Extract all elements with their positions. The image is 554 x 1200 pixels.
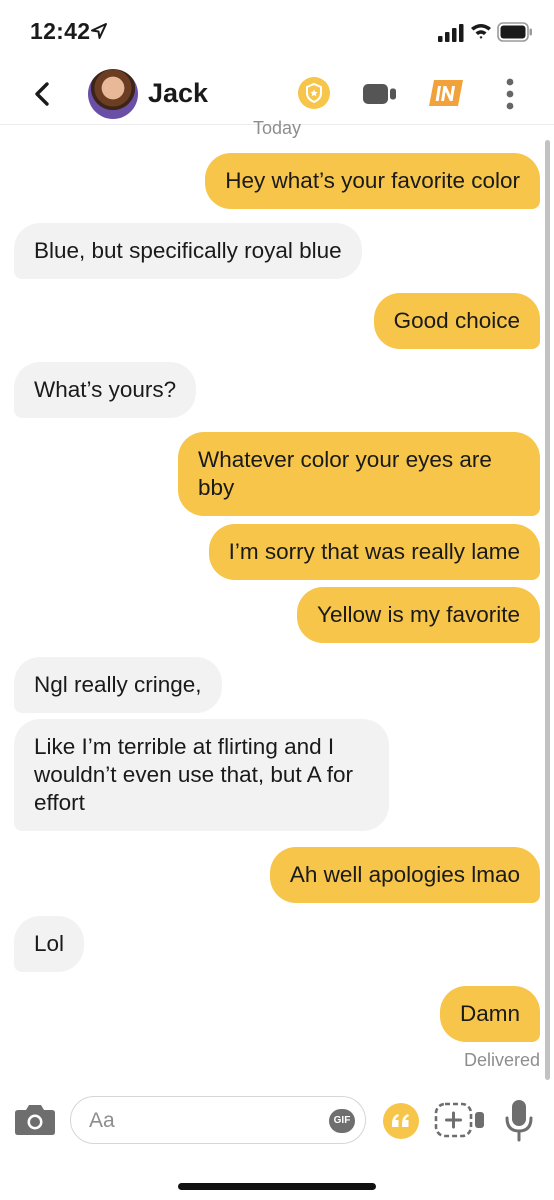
signal-icon <box>438 24 464 42</box>
more-vertical-icon[interactable] <box>500 76 520 112</box>
video-call-icon[interactable] <box>362 80 398 108</box>
video-note-icon[interactable] <box>434 1102 486 1138</box>
verified-badge-icon[interactable] <box>297 76 331 110</box>
contact-name[interactable]: Jack <box>148 78 208 109</box>
message-text: Yellow is my favorite <box>317 602 520 627</box>
message-outgoing[interactable]: Ah well apologies lmao <box>269 847 540 903</box>
message-text: Like I’m terrible at flirting and I woul… <box>34 734 353 815</box>
message-incoming[interactable]: Lol <box>14 916 85 972</box>
message-text: Ngl really cringe, <box>34 672 202 697</box>
message-text: Whatever color your eyes are bby <box>198 447 492 500</box>
message-incoming[interactable]: Ngl really cringe, <box>14 657 222 713</box>
battery-icon <box>497 22 532 42</box>
status-time: 12:42 <box>30 18 91 44</box>
message-incoming[interactable]: What’s yours? <box>14 362 197 418</box>
wifi-icon <box>471 24 491 39</box>
message-text: Lol <box>34 931 65 956</box>
message-outgoing[interactable]: Yellow is my favorite <box>297 587 540 643</box>
message-composer[interactable]: GIF <box>70 1096 366 1144</box>
scrollbar[interactable] <box>545 140 550 1080</box>
status-bar: 12:42 <box>0 0 554 64</box>
message-outgoing[interactable]: Hey what’s your favorite color <box>205 153 540 209</box>
home-indicator <box>178 1183 376 1190</box>
chat-header: Jack <box>0 64 554 125</box>
avatar[interactable] <box>88 69 138 119</box>
message-outgoing[interactable]: Damn <box>439 986 540 1042</box>
delivery-status: Delivered <box>463 1050 540 1070</box>
message-input[interactable] <box>87 1105 311 1137</box>
location-arrow-icon <box>91 23 107 39</box>
message-text: Ah well apologies lmao <box>289 862 520 887</box>
date-divider: Today <box>252 118 302 138</box>
message-outgoing[interactable]: I’m sorry that was really lame <box>208 524 540 580</box>
message-text: Good choice <box>393 308 520 333</box>
message-outgoing[interactable]: Whatever color your eyes are bby <box>178 432 540 516</box>
camera-icon[interactable] <box>14 1102 56 1136</box>
message-text: I’m sorry that was really lame <box>228 539 520 564</box>
message-incoming[interactable]: Blue, but specifically royal blue <box>14 223 362 279</box>
message-text: Damn <box>459 1001 520 1026</box>
microphone-icon[interactable] <box>505 1098 533 1144</box>
input-bar: GIF <box>0 1090 554 1150</box>
message-outgoing[interactable]: Good choice <box>373 293 540 349</box>
message-incoming[interactable]: Like I’m terrible at flirting and I woul… <box>14 719 389 831</box>
quote-icon[interactable] <box>382 1102 420 1140</box>
in-badge-icon[interactable] <box>428 76 464 110</box>
message-text: Blue, but specifically royal blue <box>34 238 342 263</box>
gif-icon[interactable]: GIF <box>329 1109 355 1133</box>
message-text: Hey what’s your favorite color <box>225 168 520 193</box>
message-text: What’s yours? <box>34 377 177 402</box>
back-chevron-icon[interactable] <box>30 80 56 108</box>
